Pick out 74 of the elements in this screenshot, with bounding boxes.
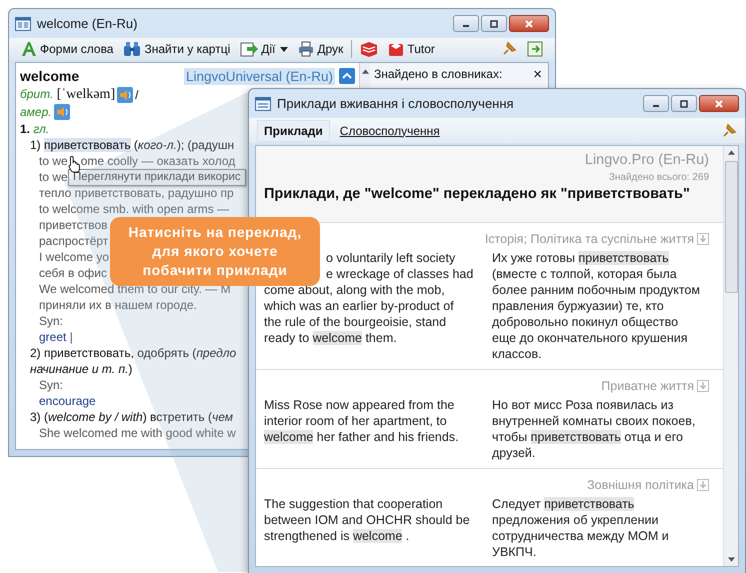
- hand-cursor-icon: [68, 155, 81, 173]
- category-label: Історія; Політика та суспільне життя: [484, 232, 694, 246]
- example-text: приняли их в нашем городе.: [39, 298, 197, 312]
- scroll-down-icon[interactable]: [728, 557, 734, 562]
- example-text: тепло приветствовать, радушно пр: [39, 186, 234, 200]
- scroll-up-icon[interactable]: [362, 69, 368, 74]
- toolbar-button[interactable]: Tutor: [384, 39, 439, 59]
- letter-a-icon: [21, 41, 37, 57]
- example-text: I welcome yo: [39, 250, 110, 264]
- close-button[interactable]: [699, 95, 739, 112]
- close-icon: [714, 100, 724, 108]
- document-arrow-icon: [240, 41, 258, 57]
- window-title: welcome (En-Ru): [37, 16, 138, 31]
- found-count: Знайдено всього: 269: [608, 172, 709, 183]
- sense-text: 2) приветствовать, одобрять (предло: [30, 346, 236, 360]
- close-button[interactable]: ×: [531, 66, 544, 82]
- toolbar-button[interactable]: Знайти у картці: [119, 39, 234, 59]
- toolbar-button[interactable]: Друк: [294, 39, 348, 59]
- scrollbar[interactable]: [723, 146, 738, 566]
- entry-text: брит. [ˈwelkəm]: [20, 86, 116, 102]
- sense-text: начинание и т. п.): [30, 362, 132, 376]
- toolbar-button[interactable]: Дії: [236, 39, 292, 59]
- maximize-icon: [679, 100, 689, 108]
- caret-icon: [280, 46, 288, 52]
- minimize-button[interactable]: [643, 95, 669, 112]
- minimize-button[interactable]: [453, 15, 479, 32]
- close-icon: [524, 20, 534, 28]
- example-text: себя в офис: [39, 266, 107, 280]
- window-icon: [255, 96, 271, 110]
- binoculars-icon: [123, 41, 142, 57]
- example-text: She welcomed me with good white w: [39, 426, 236, 440]
- example-text: приветствов: [39, 218, 108, 232]
- headword: welcome: [20, 68, 80, 84]
- entry-text: амер.: [20, 104, 52, 118]
- maximize-button[interactable]: [481, 15, 507, 32]
- results-heading: Приклади, де "welcome" перекладено як "приветствовать": [264, 186, 691, 202]
- book-icon: [360, 41, 378, 57]
- maximize-button[interactable]: [671, 95, 697, 112]
- panel-title: Знайдено в словниках:: [374, 67, 502, 81]
- english-example: The suggestion that cooperation between IOM and OHCHR should be strengthened is welcome .: [264, 496, 471, 545]
- sense-text: 3) (welcome by / with) встретить (чем: [30, 410, 233, 424]
- speaker-icon[interactable]: [54, 104, 70, 120]
- example-text: to welcome smb. with open arms —: [39, 202, 230, 216]
- russian-translation[interactable]: Но вот мисс Роза появилась из внутренней комнаты своих покоев, чтобы приветствовать отца и его друзей.: [492, 397, 706, 461]
- example-text: распростёрт: [39, 234, 108, 248]
- book-icon: [15, 16, 31, 30]
- scroll-up-icon[interactable]: [728, 150, 734, 155]
- close-button[interactable]: [509, 15, 549, 32]
- tooltip: Переглянути приклади викорис: [68, 169, 246, 186]
- russian-translation[interactable]: Их уже готовы приветствовать (вместе с толпой, которая была более ранним побочным продуктом правления буржуазии) те, кто добровольно покинул общество еще до окончательного крушения классов.: [492, 250, 706, 362]
- syn-label: Syn:: [39, 314, 64, 328]
- example-text: ome coolly — оказать холод: [80, 154, 236, 168]
- maximize-icon: [489, 20, 499, 28]
- window-title: Приклади вживання і словосполучення: [277, 96, 514, 111]
- tab[interactable]: Приклади: [257, 120, 330, 142]
- toolbar-button[interactable]: Форми слова: [17, 39, 118, 59]
- syn-label: Syn:: [39, 378, 64, 392]
- speaker-icon[interactable]: [117, 86, 134, 102]
- sense-text: 1) приветствовать (кого-л.); (радушн: [30, 138, 234, 152]
- english-example: Miss Rose now appeared from the interior room of her apartment, to welcome her father and his friends.: [264, 397, 460, 446]
- tab[interactable]: Словосполучення: [334, 120, 446, 140]
- synonym-link[interactable]: encourage: [39, 394, 96, 408]
- synonym-link[interactable]: greet |: [39, 330, 73, 344]
- printer-icon: [298, 41, 314, 57]
- entry-text: 1. гл.: [20, 122, 50, 136]
- example-text: to we: [39, 170, 68, 184]
- example-text: to we: [39, 154, 68, 168]
- entry-text: /: [135, 88, 138, 102]
- russian-translation[interactable]: Следует приветствовать предложения об укреплении сотрудничества между МОМ и УВКПЧ.: [492, 496, 706, 560]
- source-label: Lingvo.Pro (En-Ru): [584, 152, 709, 168]
- collapse-icon[interactable]: [339, 68, 355, 84]
- category-label: Зовнішня політика: [587, 478, 694, 492]
- category-label: Приватне життя: [601, 379, 694, 393]
- instruction-callout: Натисніть на переклад, для якого хочете побачити приклади: [110, 217, 320, 286]
